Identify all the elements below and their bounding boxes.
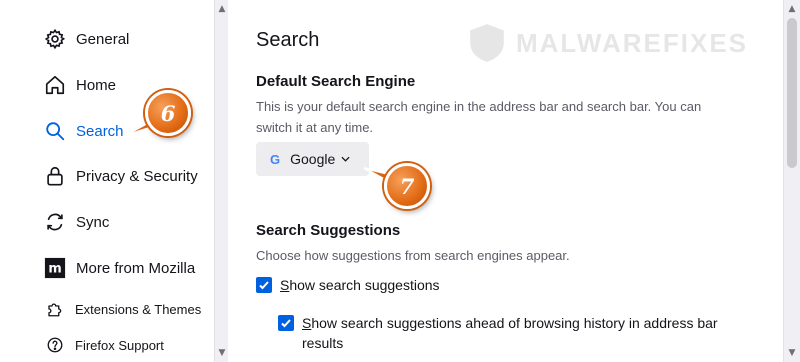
suggestions-description: Choose how suggestions from search engin… bbox=[256, 248, 570, 263]
shield-icon bbox=[470, 24, 504, 62]
sidebar-scrollbar[interactable]: ▲ ▼ bbox=[214, 0, 228, 362]
sidebar-item-label: More from Mozilla bbox=[76, 259, 196, 277]
lock-icon bbox=[44, 165, 66, 187]
suggestions-ahead-checkbox[interactable] bbox=[278, 315, 294, 331]
puzzle-icon bbox=[46, 300, 64, 318]
step-badge: 7 bbox=[384, 163, 430, 209]
default-engine-heading: Default Search Engine bbox=[256, 73, 416, 90]
scroll-down-icon[interactable]: ▼ bbox=[215, 346, 229, 360]
search-icon bbox=[44, 120, 66, 142]
sidebar-item-label: Extensions & Themes bbox=[75, 301, 202, 317]
sidebar-item-privacy[interactable]: Privacy & Security bbox=[44, 161, 198, 191]
sidebar-item-sync[interactable]: Sync bbox=[44, 207, 109, 237]
sidebar-item-support[interactable]: Firefox Support bbox=[46, 330, 164, 360]
label-text: how search suggestions ahead of browsing… bbox=[311, 315, 718, 331]
default-engine-dropdown[interactable]: G Google bbox=[256, 142, 369, 176]
watermark: MALWAREFIXES bbox=[466, 22, 748, 64]
accesskey-letter: S bbox=[280, 277, 290, 293]
selected-engine: Google bbox=[290, 151, 336, 167]
label-text: how search suggestions bbox=[289, 277, 440, 293]
home-icon bbox=[44, 74, 66, 96]
watermark-text: MALWAREFIXES bbox=[516, 27, 749, 58]
gear-icon bbox=[44, 28, 66, 50]
sidebar-item-label: Home bbox=[76, 76, 117, 94]
google-icon: G bbox=[270, 151, 281, 167]
suggestions-heading: Search Suggestions bbox=[256, 222, 401, 239]
svg-text:m: m bbox=[48, 262, 61, 277]
sidebar-item-label: Sync bbox=[76, 213, 110, 231]
scroll-up-icon[interactable]: ▲ bbox=[785, 2, 799, 16]
scroll-down-icon[interactable]: ▼ bbox=[785, 346, 799, 360]
main-scrollbar[interactable]: ▲ ▼ bbox=[783, 0, 800, 362]
sidebar-item-general[interactable]: General bbox=[44, 24, 129, 54]
accesskey-letter: S bbox=[302, 315, 312, 331]
show-suggestions-checkbox[interactable] bbox=[256, 277, 272, 293]
main-content: Search Default Search Engine This is you… bbox=[228, 0, 783, 362]
sidebar-item-label: General bbox=[76, 30, 130, 48]
sidebar: General Home Search Privacy & Security S… bbox=[0, 0, 214, 362]
suggestions-ahead-label: Show search suggestions ahead of browsin… bbox=[302, 313, 718, 353]
mozilla-icon: m bbox=[44, 257, 66, 279]
sidebar-item-home[interactable]: Home bbox=[44, 70, 116, 100]
sidebar-item-extensions[interactable]: Extensions & Themes bbox=[46, 294, 201, 324]
sidebar-item-label: Privacy & Security bbox=[76, 167, 198, 185]
sidebar-item-mozilla[interactable]: m More from Mozilla bbox=[44, 253, 195, 283]
page-title: Search bbox=[256, 29, 320, 51]
suggestions-ahead-option[interactable]: Show search suggestions ahead of browsin… bbox=[278, 313, 718, 353]
sidebar-item-search[interactable]: Search bbox=[44, 116, 124, 146]
step-badge: 6 bbox=[145, 90, 191, 136]
scroll-up-icon[interactable]: ▲ bbox=[215, 2, 229, 16]
description-line: This is your default search engine in th… bbox=[256, 99, 702, 114]
sync-icon bbox=[44, 211, 66, 233]
scrollbar-thumb[interactable] bbox=[787, 18, 797, 168]
description-line: switch it at any time. bbox=[256, 120, 374, 135]
show-suggestions-option[interactable]: Show search suggestions bbox=[256, 275, 440, 295]
chevron-down-icon bbox=[341, 154, 350, 164]
label-text: results bbox=[302, 335, 344, 351]
help-icon bbox=[46, 336, 64, 354]
show-suggestions-label: Show search suggestions bbox=[280, 275, 440, 295]
sidebar-item-label: Firefox Support bbox=[75, 337, 164, 353]
sidebar-item-label: Search bbox=[76, 122, 124, 140]
default-engine-description: This is your default search engine in th… bbox=[256, 96, 701, 138]
